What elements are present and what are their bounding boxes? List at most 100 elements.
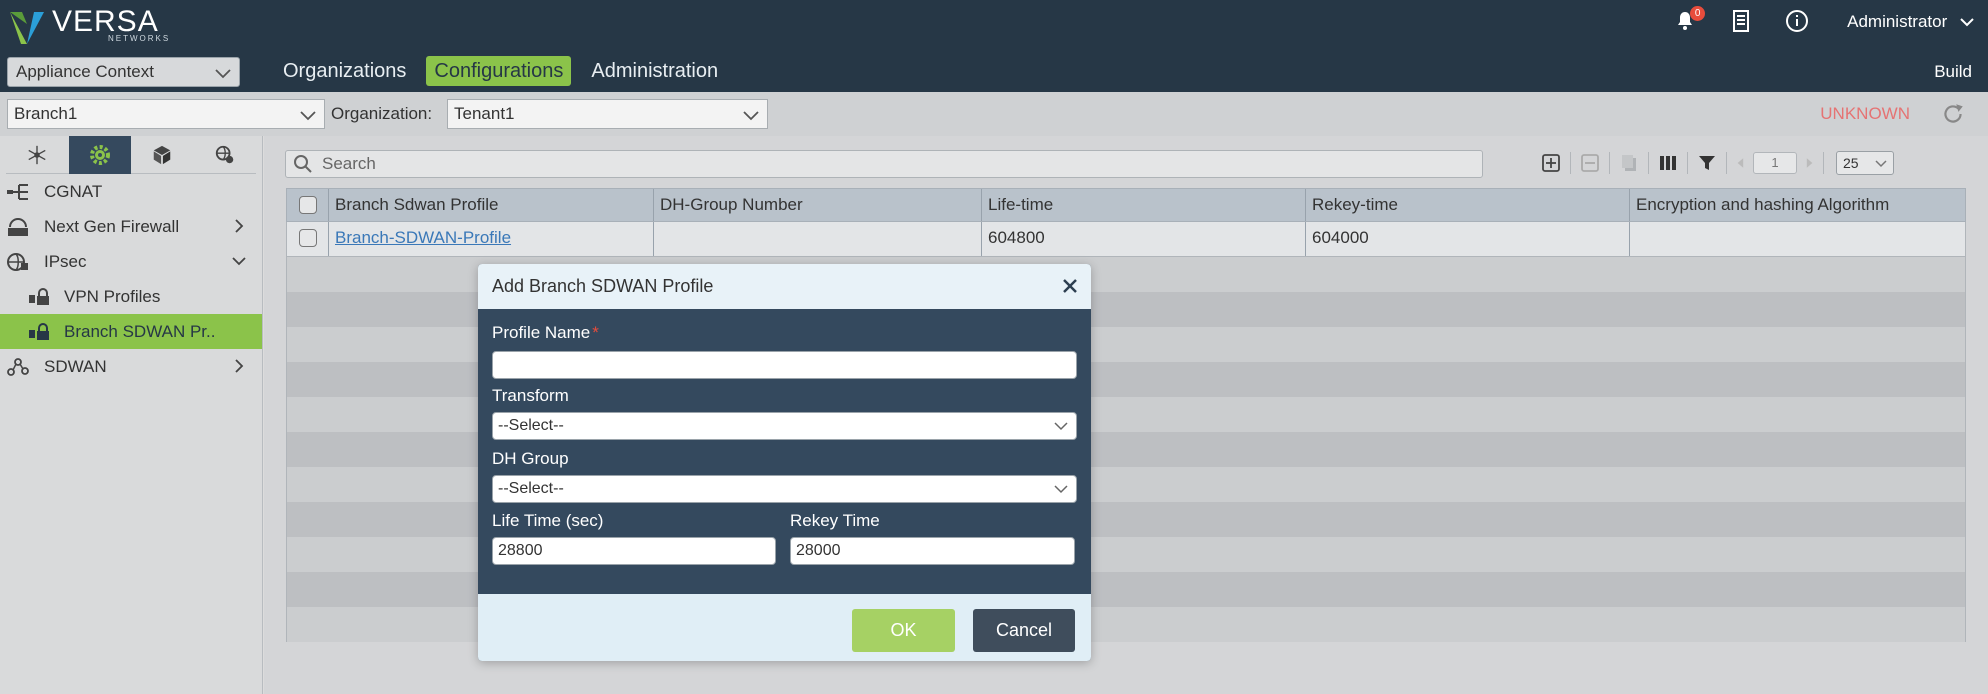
table-row[interactable]: Branch-SDWAN-Profile 604800 604000 bbox=[286, 222, 1966, 257]
close-icon[interactable] bbox=[1061, 277, 1079, 295]
task-list-icon[interactable] bbox=[1729, 9, 1755, 35]
sidebar-item-next-gen-firewall[interactable]: Next Gen Firewall bbox=[0, 209, 262, 244]
chevron-right-icon bbox=[1806, 158, 1813, 168]
add-button[interactable] bbox=[1536, 149, 1566, 177]
globe-gear-icon bbox=[215, 145, 233, 164]
toolbar-divider bbox=[1823, 152, 1824, 174]
refresh-icon[interactable] bbox=[1940, 101, 1966, 127]
chevron-down-icon bbox=[215, 69, 231, 79]
column-header[interactable]: Branch Sdwan Profile bbox=[329, 189, 654, 221]
gear-icon bbox=[89, 145, 110, 165]
organization-select-value: Tenant1 bbox=[454, 104, 515, 123]
column-header[interactable]: Life-time bbox=[982, 189, 1306, 221]
dh-group-label: DH Group bbox=[492, 449, 569, 468]
dh-group-select[interactable]: --Select-- bbox=[492, 475, 1077, 503]
main-nav: Organizations Configurations Administrat… bbox=[275, 56, 738, 86]
column-header[interactable]: DH-Group Number bbox=[654, 189, 982, 221]
prev-page-button[interactable] bbox=[1731, 149, 1749, 177]
sidebar-tab-services[interactable] bbox=[68, 136, 131, 174]
info-icon[interactable] bbox=[1785, 9, 1811, 35]
delete-button[interactable] bbox=[1575, 149, 1605, 177]
sdwan-icon bbox=[7, 357, 29, 376]
tab-administration[interactable]: Administration bbox=[583, 56, 726, 86]
rekey-time-input[interactable]: 28000 bbox=[790, 537, 1075, 565]
lock-icon bbox=[29, 322, 49, 340]
table-cell bbox=[1630, 222, 1965, 256]
organization-select[interactable]: Tenant1 bbox=[447, 99, 768, 129]
sidebar-tab-networking[interactable] bbox=[6, 136, 69, 174]
row-select-cell bbox=[287, 222, 329, 256]
appliance-select-value: Branch1 bbox=[14, 104, 78, 123]
toolbar-divider bbox=[1648, 152, 1649, 174]
chevron-right-icon bbox=[235, 359, 244, 373]
profile-link[interactable]: Branch-SDWAN-Profile bbox=[335, 228, 511, 247]
column-header[interactable]: Encryption and hashing Algorithm bbox=[1630, 189, 1965, 221]
sidebar-item-label: SDWAN bbox=[44, 356, 107, 376]
tab-configurations[interactable]: Configurations bbox=[426, 56, 572, 86]
chevron-down-icon bbox=[1054, 485, 1068, 494]
sidebar-tab-others[interactable] bbox=[194, 136, 257, 174]
next-page-button[interactable] bbox=[1801, 149, 1819, 177]
sidebar-item-label: VPN Profiles bbox=[64, 286, 161, 306]
page-size-value: 25 bbox=[1843, 155, 1859, 171]
table-cell: 604000 bbox=[1306, 222, 1630, 256]
filter-button[interactable] bbox=[1692, 149, 1722, 177]
sidebar-item-vpn-profiles[interactable]: VPN Profiles bbox=[0, 279, 262, 314]
profile-name-label: Profile Name * bbox=[492, 323, 599, 342]
transform-select-value: --Select-- bbox=[498, 417, 564, 434]
sidebar-item-ipsec[interactable]: IPsec bbox=[0, 244, 262, 279]
user-menu[interactable]: Administrator bbox=[1847, 12, 1974, 32]
notification-count-badge: 0 bbox=[1690, 6, 1706, 21]
clone-button[interactable] bbox=[1614, 149, 1644, 177]
columns-button[interactable] bbox=[1653, 149, 1683, 177]
dialog-header: Add Branch SDWAN Profile bbox=[478, 264, 1091, 309]
column-header[interactable]: Rekey-time bbox=[1306, 189, 1630, 221]
cube-icon bbox=[154, 145, 171, 165]
sidebar-tab-objects[interactable] bbox=[131, 136, 194, 174]
appliance-context-value: Appliance Context bbox=[16, 62, 154, 81]
ok-button[interactable]: OK bbox=[852, 609, 955, 652]
cancel-button[interactable]: Cancel bbox=[973, 609, 1075, 652]
user-name: Administrator bbox=[1847, 12, 1948, 31]
page-number-input[interactable]: 1 bbox=[1753, 152, 1797, 174]
rekey-time-label: Rekey Time bbox=[790, 511, 880, 530]
versa-logo[interactable]: VERSA NETWORKS bbox=[8, 6, 170, 46]
search-input[interactable]: Search bbox=[285, 150, 1483, 178]
toolbar-divider bbox=[1687, 152, 1688, 174]
sidebar-item-label: Branch SDWAN Pr.. bbox=[64, 321, 216, 341]
add-branch-sdwan-profile-dialog: Add Branch SDWAN Profile Profile Name * T… bbox=[478, 264, 1091, 661]
appliance-context-select[interactable]: Appliance Context bbox=[7, 57, 240, 87]
network-icon bbox=[28, 145, 46, 165]
device-status-label: UNKNOWN bbox=[1820, 104, 1910, 123]
build-link[interactable]: Build bbox=[1934, 62, 1972, 82]
row-checkbox[interactable] bbox=[298, 229, 317, 247]
sidebar-tabs bbox=[6, 136, 256, 174]
appliance-select[interactable]: Branch1 bbox=[7, 99, 325, 129]
select-all-checkbox[interactable] bbox=[298, 196, 317, 214]
page-size-select[interactable]: 25 bbox=[1836, 151, 1894, 175]
dialog-body: Profile Name * Transform --Select-- DH Gr… bbox=[478, 309, 1091, 594]
table-cell: Branch-SDWAN-Profile bbox=[329, 222, 654, 256]
organization-label: Organization: bbox=[331, 104, 433, 123]
life-time-input[interactable]: 28800 bbox=[492, 537, 776, 565]
transform-select[interactable]: --Select-- bbox=[492, 412, 1077, 440]
chevron-left-icon bbox=[1737, 158, 1744, 168]
sidebar-item-cgnat[interactable]: CGNAT bbox=[0, 174, 262, 209]
chevron-down-icon bbox=[1054, 422, 1068, 431]
table-cell bbox=[654, 222, 982, 256]
notifications-bell-icon[interactable]: 0 bbox=[1673, 6, 1706, 35]
copy-icon bbox=[1622, 155, 1636, 171]
cgnat-icon bbox=[7, 183, 28, 200]
chevron-down-icon bbox=[1960, 18, 1974, 27]
life-time-label: Life Time (sec) bbox=[492, 511, 604, 530]
filter-icon bbox=[1699, 156, 1715, 170]
toolbar-divider bbox=[1726, 152, 1727, 174]
chevron-down-icon bbox=[300, 111, 316, 121]
versa-logo-icon bbox=[10, 12, 44, 44]
sidebar-item-sdwan[interactable]: SDWAN bbox=[0, 349, 262, 384]
sidebar-item-branch-sdwan-profiles[interactable]: Branch SDWAN Pr.. bbox=[0, 314, 262, 349]
ipsec-globe-icon bbox=[7, 252, 28, 271]
profile-name-input[interactable] bbox=[492, 351, 1077, 379]
tab-organizations[interactable]: Organizations bbox=[275, 56, 414, 86]
sidebar-item-label: Next Gen Firewall bbox=[44, 216, 180, 236]
